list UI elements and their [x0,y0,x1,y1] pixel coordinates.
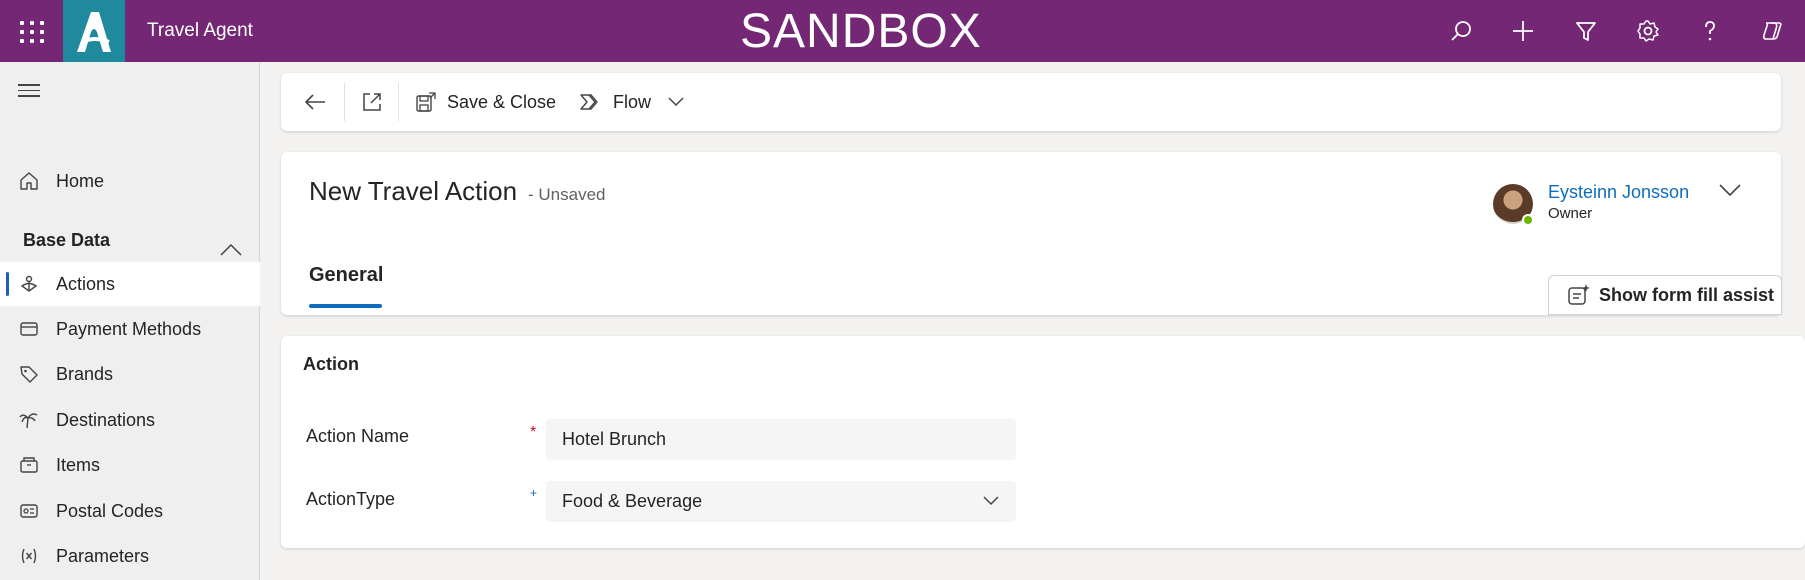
arrow-left-icon [304,94,325,110]
tab-selected-indicator [309,304,382,308]
gear-icon[interactable] [1633,16,1663,46]
action-type-label: ActionType [306,489,396,509]
actions-icon [18,273,40,295]
postal-icon [18,500,40,522]
open-in-new-icon [363,93,381,111]
sidebar-item-parameters[interactable]: Parameters [0,534,260,578]
variable-icon [18,545,40,567]
sidebar-item-label: Destinations [56,409,156,430]
palm-tree-icon [18,409,40,431]
sidebar-item-postal-codes[interactable]: Postal Codes [0,489,260,533]
sidebar-item-payment-methods[interactable]: Payment Methods [0,307,260,351]
record-header: New Travel Action - Unsaved Eysteinn Jon… [281,152,1782,315]
sidebar-item-label: Payment Methods [56,318,202,339]
save-close-label: Save & Close [447,91,557,112]
app-launcher-icon[interactable] [14,15,46,47]
presence-status-icon [1522,214,1534,226]
recommended-indicator: + [530,486,538,500]
sidebar-item-label: Items [56,454,101,475]
chevron-up-icon[interactable] [220,244,242,256]
flow-dropdown-button[interactable] [667,87,685,117]
flow-button[interactable]: Flow [579,87,651,117]
sidebar-item-actions[interactable]: Actions [0,262,260,306]
home-icon [18,170,40,192]
plus-icon[interactable] [1508,16,1538,46]
save-close-icon [416,92,436,112]
back-button[interactable] [303,87,327,117]
action-name-value: Hotel Brunch [562,429,667,449]
tag-icon [18,363,40,385]
owner-link[interactable]: Eysteinn Jonsson [1548,182,1689,203]
action-type-select[interactable]: Food & Beverage [546,481,1016,522]
action-type-value: Food & Beverage [562,491,703,511]
app-name[interactable]: Travel Agent [147,20,253,42]
chevron-down-icon [983,496,999,506]
filter-icon[interactable] [1571,16,1601,46]
sidebar-item-items[interactable]: Items [0,443,260,487]
top-bar: Travel Agent SANDBOX [0,0,1805,62]
page-title: New Travel Action [309,176,518,206]
owner-label: Owner [1548,205,1593,222]
sidebar-item-brands[interactable]: Brands [0,352,260,396]
section-title: Action [303,354,359,374]
save-status: - Unsaved [528,185,606,204]
command-bar: Save & Close Flow [281,73,1781,131]
chevron-down-icon[interactable] [1718,182,1742,198]
card-icon [18,318,40,340]
required-indicator: * [530,424,537,441]
copilot-icon[interactable] [1757,16,1787,46]
help-icon[interactable] [1695,16,1725,46]
sidebar-item-destinations[interactable]: Destinations [0,398,260,442]
environment-banner: SANDBOX [740,5,982,58]
sidebar-group-header[interactable]: Base Data [23,230,243,251]
sidebar-item-label: Home [56,170,105,191]
hamburger-menu-icon[interactable] [18,84,40,98]
box-icon [18,454,40,476]
chevron-down-icon [668,97,684,107]
save-close-button[interactable]: Save & Close [415,87,556,117]
form-fill-assist-button[interactable]: Show form fill assist [1548,275,1782,315]
sidebar-item-label: Actions [56,273,116,294]
flow-label: Flow [613,91,652,112]
sidebar-item-label: Brands [56,363,114,384]
app-logo[interactable] [63,0,125,62]
action-name-field[interactable]: Hotel Brunch [546,419,1016,460]
sidebar-item-label: Postal Codes [56,500,164,521]
sidebar: Home Base Data Actions Payment Methods B… [0,62,260,580]
logo-icon [77,12,111,52]
flow-icon [580,94,598,110]
sidebar-item-label: Parameters [56,545,150,566]
open-new-window-button[interactable] [361,87,383,117]
tab-general[interactable]: General [309,264,383,287]
action-name-label: Action Name [306,426,410,446]
form-assist-icon [1568,284,1590,305]
search-icon[interactable] [1446,16,1476,46]
action-section: Action Action Name * Hotel Brunch Action… [281,336,1805,548]
form-fill-assist-label: Show form fill assist [1599,284,1775,305]
sidebar-item-home[interactable]: Home [0,159,260,203]
